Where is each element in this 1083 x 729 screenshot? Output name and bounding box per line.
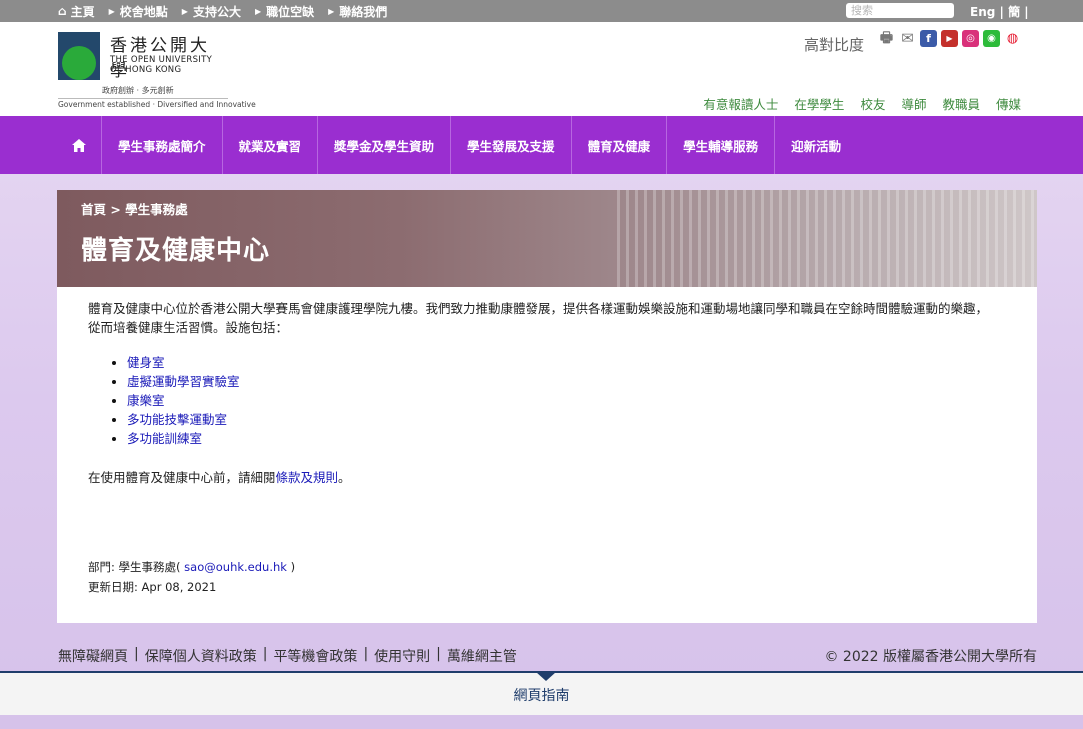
footer-link-privacy[interactable]: 保障個人資料政策: [145, 646, 257, 666]
facilities-list: 健身室 虛擬運動學習實驗室 康樂室 多功能技擊運動室 多功能訓練室: [112, 353, 240, 448]
triangle-right-icon: ▶: [328, 6, 335, 16]
wechat-icon[interactable]: ◉: [983, 30, 1000, 47]
social-icons: 🖶 ✉ f ▶ ◎ ◉ ◍: [878, 30, 1021, 47]
audience-links: 有意報讀人士 在學學生 校友 導師 教職員 傳媒: [703, 94, 1021, 113]
main-nav-about[interactable]: 學生事務處簡介: [102, 116, 223, 174]
logo-english-line1: THE OPEN UNIVERSITY: [110, 55, 213, 65]
top-nav-label: 支持公大: [192, 4, 241, 19]
facility-link-recreation-room[interactable]: 康樂室: [127, 391, 240, 410]
top-nav-label: 職位空缺: [266, 4, 315, 19]
intro-paragraph: 體育及健康中心位於香港公開大學賽馬會健康護理學院九樓。我們致力推動康體發展，提供…: [88, 301, 989, 335]
footer-link-accessibility[interactable]: 無障礙網頁: [58, 646, 128, 666]
facility-link-training-room[interactable]: 多功能訓練室: [127, 429, 240, 448]
instagram-icon[interactable]: ◎: [962, 30, 979, 47]
footer-separator: |: [436, 646, 441, 662]
triangle-right-icon: ▶: [108, 6, 115, 16]
rules-notice: 在使用體育及健康中心前，請細閱條款及規則。: [88, 467, 351, 486]
audience-link-alumni[interactable]: 校友: [860, 94, 885, 113]
audience-link-staff[interactable]: 教職員: [942, 94, 980, 113]
breadcrumb[interactable]: 首頁 > 學生事務處: [81, 199, 188, 218]
footer-separator: |: [262, 646, 268, 662]
department-email-link[interactable]: sao@ouhk.edu.hk: [184, 560, 287, 574]
email-icon[interactable]: ✉: [899, 30, 916, 47]
top-nav: ⌂ 主頁 ▶ 校舍地點 ▶ 支持公大 ▶ 職位空缺 ▶ 聯絡我們: [58, 0, 401, 22]
main-nav-development[interactable]: 學生發展及支援: [451, 116, 572, 174]
main-nav: 學生事務處簡介 就業及實習 獎學金及學生資助 學生發展及支援 體育及健康 學生輔…: [0, 116, 1083, 174]
last-updated: 更新日期: Apr 08, 2021: [88, 580, 217, 594]
print-icon[interactable]: 🖶: [878, 30, 895, 47]
sitemap-bar: 網頁指南: [0, 671, 1083, 715]
rules-suffix: 。: [338, 470, 351, 485]
banner-decoration: [617, 190, 1037, 287]
facility-link-combat-room[interactable]: 多功能技擊運動室: [127, 410, 240, 429]
top-nav-home-label: 主頁: [70, 4, 95, 19]
logo-english-line2: OF HONG KONG: [110, 65, 182, 75]
triangle-right-icon: ▶: [181, 6, 188, 16]
top-nav-label: 聯絡我們: [339, 4, 388, 19]
main-nav-sports[interactable]: 體育及健康: [572, 116, 668, 174]
top-nav-support[interactable]: ▶ 支持公大: [182, 3, 241, 20]
top-nav-jobs[interactable]: ▶ 職位空缺: [255, 3, 314, 20]
top-nav-label: 校舍地點: [119, 4, 168, 19]
footer-separator: |: [134, 646, 139, 662]
weibo-icon[interactable]: ◍: [1004, 30, 1021, 47]
logo-mark-icon: [58, 32, 100, 80]
page-banner: 首頁 > 學生事務處 體育及健康中心: [57, 190, 1037, 287]
main-nav-orientation[interactable]: 迎新活動: [775, 116, 857, 174]
main-nav-scholarships[interactable]: 獎學金及學生資助: [318, 116, 452, 174]
search-input[interactable]: [846, 3, 954, 18]
page-title: 體育及健康中心: [81, 236, 271, 266]
high-contrast-toggle[interactable]: 高對比度: [804, 34, 864, 55]
triangle-right-icon: ▶: [254, 6, 262, 16]
site-header: 香港公開大學 THE OPEN UNIVERSITY OF HONG KONG …: [0, 22, 1083, 116]
main-nav-home[interactable]: [57, 116, 102, 174]
terms-link[interactable]: 條款及規則: [276, 470, 339, 485]
audience-link-tutors[interactable]: 導師: [901, 94, 926, 113]
footer-separator: |: [363, 646, 369, 662]
footer-link-webmaster[interactable]: 萬維網主管: [447, 646, 517, 666]
facility-link-gym[interactable]: 健身室: [127, 353, 240, 372]
sitemap-toggle[interactable]: 網頁指南: [0, 685, 1083, 705]
main-nav-counselling[interactable]: 學生輔導服務: [667, 116, 776, 174]
language-switch[interactable]: Eng | 簡 |: [970, 0, 1029, 22]
department-info: 部門: 學生事務處( sao@ouhk.edu.hk ): [88, 559, 295, 575]
copyright: © 2022 版權屬香港公開大學所有: [824, 649, 1037, 665]
home-icon: [72, 138, 86, 152]
department-suffix: ): [286, 560, 296, 574]
footer-link-terms[interactable]: 使用守則: [374, 646, 430, 666]
top-nav-campus[interactable]: ▶ 校舍地點: [109, 3, 168, 20]
youtube-icon[interactable]: ▶: [941, 30, 958, 47]
home-icon: ⌂: [58, 4, 67, 18]
footer-link-equal-opportunity[interactable]: 平等機會政策: [273, 646, 357, 666]
university-logo[interactable]: 香港公開大學 THE OPEN UNIVERSITY OF HONG KONG …: [58, 32, 256, 109]
rules-text: 在使用體育及健康中心前，請細閱: [88, 470, 276, 485]
top-nav-home[interactable]: ⌂ 主頁: [58, 3, 95, 20]
content-card: 體育及健康中心位於香港公開大學賽馬會健康護理學院九樓。我們致力推動康體發展，提供…: [57, 287, 1037, 623]
audience-link-students[interactable]: 在學學生: [794, 94, 844, 113]
footer-links: 無障礙網頁 | 保障個人資料政策 | 平等機會政策 | 使用守則 | 萬維網主管: [58, 646, 517, 666]
audience-link-media[interactable]: 傳媒: [996, 94, 1021, 113]
audience-link-prospective[interactable]: 有意報讀人士: [703, 94, 778, 113]
logo-motto-chinese: 政府創辦 · 多元創新: [102, 86, 174, 95]
top-utility-bar: ⌂ 主頁 ▶ 校舍地點 ▶ 支持公大 ▶ 職位空缺 ▶ 聯絡我們 Eng | 簡 |: [0, 0, 1083, 22]
department-label: 部門: 學生事務處(: [88, 560, 185, 574]
facility-link-virtual-lab[interactable]: 虛擬運動學習實驗室: [127, 372, 240, 391]
main-nav-careers[interactable]: 就業及實習: [223, 116, 319, 174]
logo-motto-english: Government established · Diversified and…: [58, 98, 256, 109]
top-nav-contact[interactable]: ▶ 聯絡我們: [328, 3, 387, 20]
sitemap-notch-icon: [536, 672, 556, 681]
facebook-icon[interactable]: f: [920, 30, 937, 47]
